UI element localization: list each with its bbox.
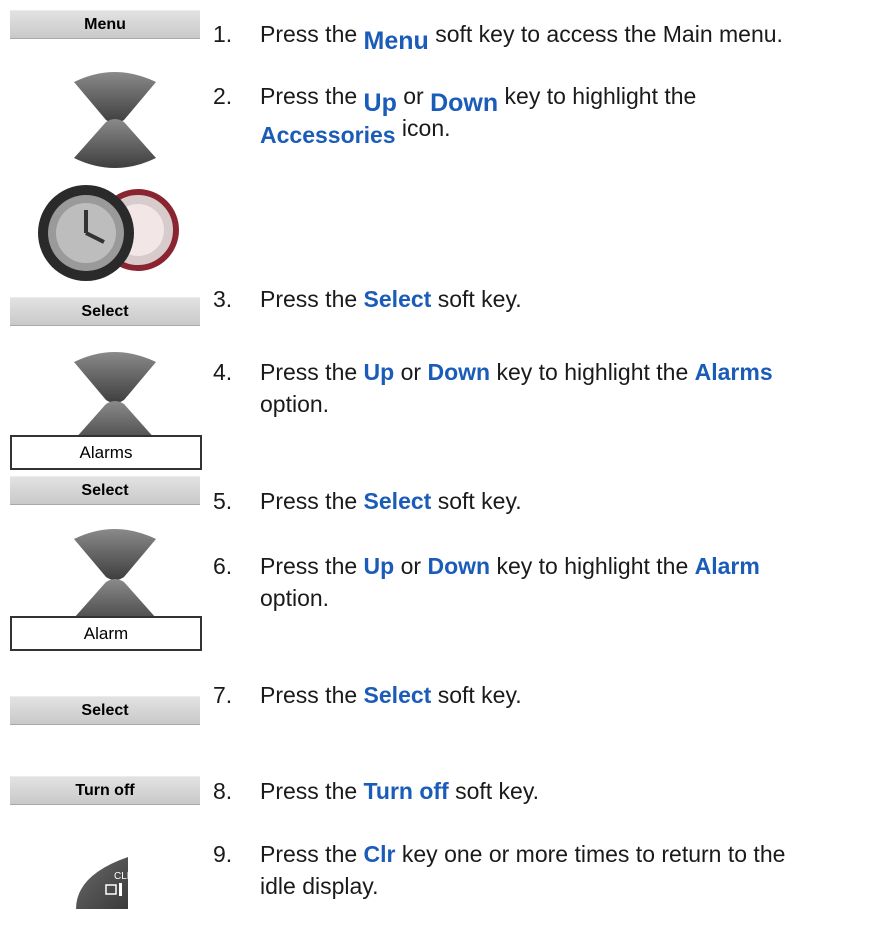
- select-keyword: Select: [363, 488, 432, 514]
- down-keyword: Down: [427, 359, 491, 385]
- down-keyword: Down: [427, 553, 491, 579]
- step-3: 3. Press the Select soft key.: [213, 283, 863, 315]
- alarm-option[interactable]: Alarm: [10, 616, 202, 651]
- up-keyword: Up: [363, 553, 395, 579]
- step-6: 6. Press the Up or Down key to highlight …: [213, 550, 863, 614]
- alarms-option[interactable]: Alarms: [10, 435, 202, 470]
- alarm-keyword: Alarm: [694, 553, 760, 579]
- step-2: 2. Press the Up or Down key to highlight …: [213, 80, 863, 148]
- step-number: 2.: [213, 83, 233, 109]
- accessories-clock-icon: [38, 185, 179, 281]
- step-number: 7.: [213, 682, 233, 708]
- select-keyword: Select: [363, 286, 432, 312]
- menu-keyword: Menu: [363, 27, 429, 55]
- up-navigation-key-icon[interactable]: [72, 525, 158, 581]
- select-keyword: Select: [363, 682, 432, 708]
- step-number: 1.: [213, 21, 233, 47]
- step-9: 9. Press the Clr key one or more times to…: [213, 838, 863, 902]
- clr-key-label: CLR: [114, 871, 130, 882]
- select-softkey[interactable]: Select: [10, 297, 200, 326]
- up-navigation-key-icon[interactable]: [72, 68, 158, 124]
- step-number: 6.: [213, 553, 233, 579]
- step-5: 5. Press the Select soft key.: [213, 485, 863, 517]
- step-number: 8.: [213, 778, 233, 804]
- up-keyword: Up: [363, 89, 397, 117]
- step-number: 9.: [213, 841, 233, 867]
- clr-key-icon[interactable]: CLR: [72, 855, 130, 911]
- accessories-keyword: Accessories: [260, 122, 396, 148]
- down-keyword: Down: [430, 89, 499, 117]
- step-1: 1. Press the Menu soft key to access the …: [213, 18, 863, 55]
- turn-off-softkey[interactable]: Turn off: [10, 776, 200, 805]
- select-softkey[interactable]: Select: [10, 696, 200, 725]
- turn-off-keyword: Turn off: [363, 778, 449, 804]
- step-4: 4. Press the Up or Down key to highlight …: [213, 356, 863, 420]
- step-8: 8. Press the Turn off soft key.: [213, 775, 863, 807]
- up-keyword: Up: [363, 359, 395, 385]
- alarms-keyword: Alarms: [694, 359, 773, 385]
- up-navigation-key-icon[interactable]: [72, 348, 158, 404]
- step-number: 5.: [213, 488, 233, 514]
- step-number: 4.: [213, 359, 233, 385]
- select-softkey[interactable]: Select: [10, 476, 200, 505]
- step-7: 7. Press the Select soft key.: [213, 679, 863, 711]
- step-number: 3.: [213, 286, 233, 312]
- clr-keyword: Clr: [363, 841, 396, 867]
- menu-softkey[interactable]: Menu: [10, 10, 200, 39]
- down-navigation-key-icon[interactable]: [72, 118, 158, 174]
